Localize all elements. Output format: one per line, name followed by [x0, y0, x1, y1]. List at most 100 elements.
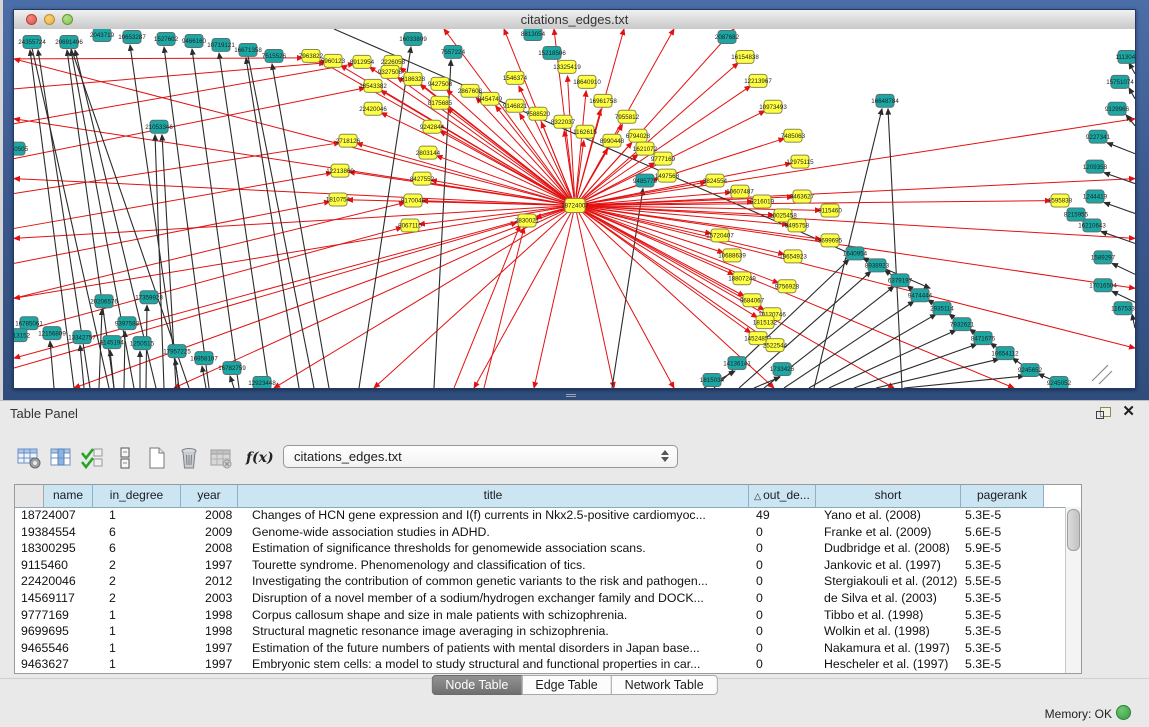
graph-node[interactable]: 8912954 [350, 55, 375, 68]
table-cell[interactable]: Investigating the contribution of common… [238, 573, 749, 590]
graph-node[interactable]: 12156809 [38, 327, 66, 340]
table-cell[interactable]: Yano et al. (2008) [816, 507, 961, 524]
column-header-year[interactable]: year [181, 485, 238, 507]
graph-node[interactable]: 12923448 [248, 377, 276, 388]
new-table-icon[interactable] [144, 446, 170, 470]
graph-edge[interactable] [347, 200, 567, 206]
close-panel-icon[interactable]: ✕ [1122, 403, 1135, 421]
table-cell[interactable]: 0 [749, 590, 816, 607]
graph-edge[interactable] [1129, 63, 1135, 74]
graph-node[interactable]: 7588520 [526, 107, 551, 120]
table-cell[interactable]: Disruption of a novel member of a sodium… [238, 590, 749, 607]
network-view-window[interactable]: citations_edges.txt 24355724206914062043… [13, 9, 1136, 389]
table-row[interactable]: 946554611997Estimation of the future num… [15, 640, 1066, 657]
graph-node[interactable]: 2087682 [715, 30, 740, 43]
graph-node[interactable]: 13325419 [553, 60, 581, 73]
graph-node[interactable]: 24355724 [18, 35, 46, 48]
table-cell[interactable]: 0 [749, 640, 816, 657]
graph-node[interactable]: 16648784 [871, 94, 899, 107]
graph-node[interactable]: 16785061 [15, 317, 43, 330]
graph-edge[interactable] [1092, 365, 1108, 381]
graph-edge[interactable] [14, 203, 405, 299]
graph-node[interactable]: 2803144 [416, 146, 441, 159]
float-panel-icon[interactable] [1096, 407, 1111, 420]
graph-edge[interactable] [739, 271, 871, 388]
table-cell[interactable]: 5.3E-5 [961, 507, 1044, 524]
graph-edge[interactable] [246, 58, 299, 388]
graph-node[interactable]: 8427552 [410, 172, 435, 185]
graph-node[interactable]: 9242844 [420, 120, 445, 133]
graph-node[interactable]: 9756928 [775, 280, 800, 293]
graph-edge[interactable] [583, 208, 724, 253]
graph-edge[interactable] [575, 206, 1014, 388]
graph-node[interactable]: 9245652 [1018, 364, 1043, 377]
graph-node[interactable]: 9699695 [818, 234, 843, 247]
table-selector-combobox[interactable]: citations_edges.txt [283, 445, 678, 468]
table-cell[interactable]: 5.5E-5 [961, 573, 1044, 590]
graph-edge[interactable] [575, 206, 1135, 349]
graph-node[interactable]: 10654112 [991, 347, 1019, 360]
table-cell[interactable]: 0 [749, 623, 816, 640]
graph-edge[interactable] [80, 345, 84, 388]
graph-node[interactable]: 15751074 [1106, 75, 1134, 88]
table-cell[interactable]: 49 [749, 507, 816, 524]
graph-edge[interactable] [124, 331, 125, 388]
graph-node[interactable]: 7485063 [781, 129, 806, 142]
table-cell[interactable]: 0 [749, 540, 816, 557]
table-row[interactable]: 946362711997Embryonic stem cells: a mode… [15, 656, 1066, 673]
table-cell[interactable]: Embryonic stem cells: a model to study s… [238, 656, 749, 673]
graph-node[interactable]: 1589297 [1091, 251, 1116, 264]
graph-node[interactable]: 2718126 [336, 134, 361, 147]
graph-node[interactable]: 1497568 [655, 169, 680, 182]
table-cell[interactable]: Nakamura et al. (1997) [816, 640, 961, 657]
graph-node[interactable]: 9684067 [740, 294, 765, 307]
table-cell[interactable]: 1 [93, 607, 181, 624]
table-cell[interactable]: 1997 [181, 656, 238, 673]
graph-edge[interactable] [474, 206, 575, 388]
graph-edge[interactable] [1132, 314, 1135, 328]
graph-node[interactable]: 12213869 [326, 164, 354, 177]
table-cell[interactable]: 5.3E-5 [961, 623, 1044, 640]
graph-node[interactable]: 10653287 [118, 30, 146, 43]
table-cell[interactable]: Hescheler et al. (1997) [816, 656, 961, 673]
table-cell[interactable]: 9699695 [15, 623, 93, 640]
graph-node[interactable]: 10607487 [726, 185, 754, 198]
table-cell[interactable]: 0 [749, 557, 816, 574]
graph-node[interactable]: 5960123 [321, 54, 346, 67]
graph-edge[interactable] [754, 377, 780, 388]
graph-edge[interactable] [541, 122, 572, 198]
graph-node[interactable]: 1162615 [573, 125, 597, 138]
graph-node[interactable]: 1250515 [130, 337, 155, 350]
table-cell[interactable]: Franke et al. (2009) [816, 524, 961, 541]
table-cell[interactable]: 2009 [181, 524, 238, 541]
graph-node[interactable]: 2935114 [930, 302, 954, 315]
table-cell[interactable]: 5.3E-5 [961, 607, 1044, 624]
graph-node[interactable]: 9327508 [378, 65, 403, 78]
graph-edge[interactable] [575, 206, 614, 388]
graph-edge[interactable] [784, 301, 914, 388]
table-cell[interactable]: Tibbo et al. (1998) [816, 607, 961, 624]
graph-edge[interactable] [809, 314, 936, 388]
graph-node[interactable]: 10688639 [718, 249, 746, 262]
table-cell[interactable]: 0 [749, 656, 816, 673]
graph-node[interactable]: 1546374 [503, 71, 528, 84]
table-cell[interactable]: 9115460 [15, 557, 93, 574]
graph-node[interactable]: 18640910 [573, 75, 601, 88]
table-cell[interactable]: 0 [749, 524, 816, 541]
graph-node[interactable]: 1733426 [770, 363, 795, 376]
table-cell[interactable]: Wolkin et al. (1998) [816, 623, 961, 640]
memory-indicator-icon[interactable] [1116, 705, 1131, 720]
graph-node[interactable]: 7557224 [441, 45, 466, 58]
graph-node[interactable]: 8813054 [521, 29, 546, 40]
show-columns-icon[interactable] [48, 446, 74, 470]
tab-network-table[interactable]: Network Table [611, 675, 718, 695]
graph-node[interactable]: 1595838 [1048, 194, 1073, 207]
graph-node[interactable]: 8471676 [971, 332, 996, 345]
table-cell[interactable]: Genome-wide association studies in ADHD. [238, 524, 749, 541]
table-cell[interactable]: 6 [93, 540, 181, 557]
table-cell[interactable]: 2008 [181, 540, 238, 557]
graph-node[interactable]: 8495758 [785, 219, 810, 232]
graph-node[interactable]: 2043719 [90, 29, 115, 41]
graph-node[interactable]: 10719121 [207, 38, 235, 51]
table-cell[interactable]: 2003 [181, 590, 238, 607]
